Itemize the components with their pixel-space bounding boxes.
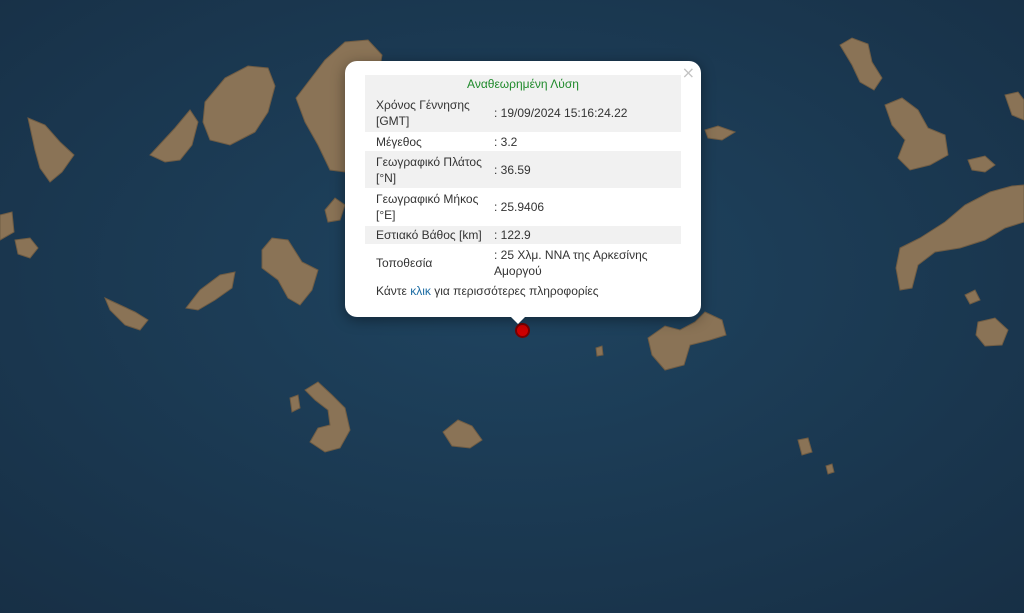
row-label: Μέγεθος	[376, 135, 422, 149]
row-origin-time: Χρόνος Γέννησης [GMT] : 19/09/2024 15:16…	[365, 94, 681, 132]
row-value: : 25 Χλμ. ΝΝΑ της Αρκεσίνης Αμοργού	[494, 248, 648, 278]
more-prefix: Κάντε	[376, 284, 411, 298]
popup-tip	[510, 316, 526, 324]
row-value: : 3.2	[494, 135, 518, 149]
island	[595, 345, 604, 357]
info-popup: × Αναθεωρημένη Λύση Χρόνος Γέννησης [GMT…	[345, 61, 701, 317]
island	[825, 463, 835, 475]
more-info-link[interactable]: κλικ	[410, 284, 431, 298]
row-label: Γεωγραφικό Μήκος [°E]	[376, 192, 479, 222]
more-suffix: για περισσότερες πληροφορίες	[430, 284, 599, 298]
close-icon[interactable]: ×	[682, 65, 695, 81]
row-value: : 25.9406	[494, 200, 545, 214]
row-value: : 36.59	[494, 163, 531, 177]
row-label: Χρόνος Γέννησης [GMT]	[376, 98, 470, 128]
more-info-text: Κάντε κλικ για περισσότερες πληροφορίες	[365, 284, 681, 298]
row-magnitude: Μέγεθος : 3.2	[365, 132, 681, 151]
row-label: Εστιακό Βάθος [km]	[376, 228, 482, 242]
earthquake-marker[interactable]	[515, 323, 530, 338]
info-table: Αναθεωρημένη Λύση Χρόνος Γέννησης [GMT] …	[365, 75, 681, 298]
popup-title: Αναθεωρημένη Λύση	[365, 75, 681, 94]
row-longitude: Γεωγραφικό Μήκος [°E] : 25.9406	[365, 188, 681, 226]
row-value: : 19/09/2024 15:16:24.22	[494, 106, 628, 120]
info-rows: Χρόνος Γέννησης [GMT] : 19/09/2024 15:16…	[365, 94, 681, 281]
row-latitude: Γεωγραφικό Πλάτος [°N] : 36.59	[365, 151, 681, 188]
row-depth: Εστιακό Βάθος [km] : 122.9	[365, 226, 681, 244]
row-label: Τοποθεσία	[376, 256, 433, 270]
row-location: Τοποθεσία : 25 Χλμ. ΝΝΑ της Αρκεσίνης Αμ…	[365, 244, 681, 281]
row-label: Γεωγραφικό Πλάτος [°N]	[376, 155, 482, 185]
row-value: : 122.9	[494, 228, 531, 242]
